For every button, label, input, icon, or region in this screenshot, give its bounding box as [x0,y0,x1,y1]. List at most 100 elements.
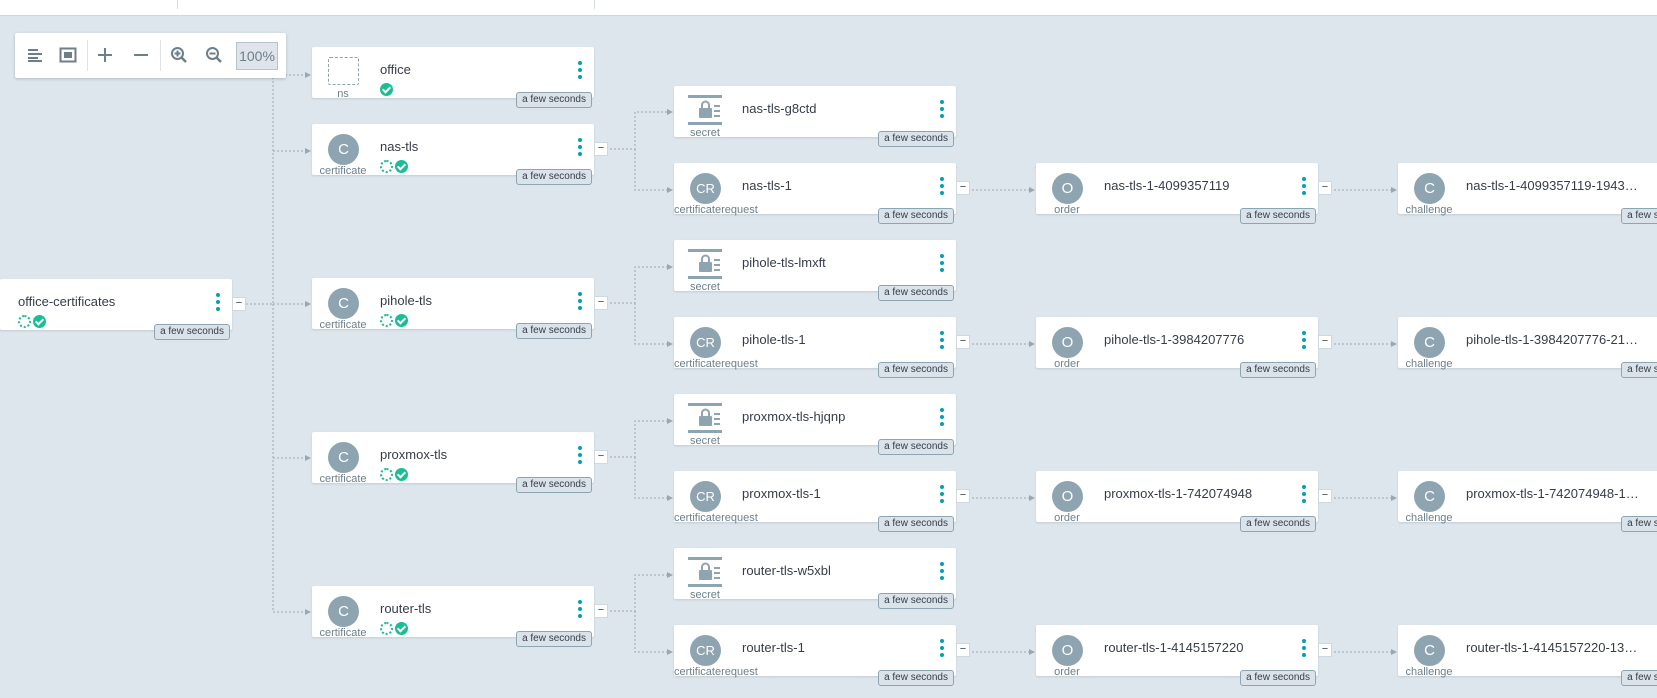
node-router-tls[interactable]: C certificate router-tls a few seconds [312,586,594,647]
node-challenge-proxmox[interactable]: C challenge proxmox-tls-1-742074948-17… … [1398,471,1657,532]
node-pihole-tls-lmxft[interactable]: secret pihole-tls-lmxft a few seconds [674,240,956,301]
age-badge: a few seconds [1240,670,1316,686]
node-name: router-tls [380,601,432,616]
node-order-proxmox[interactable]: O order proxmox-tls-1-742074948 a few se… [1036,471,1318,532]
node-order-router[interactable]: O order router-tls-1-4145157220 a few se… [1036,625,1318,686]
expand-all-icon[interactable] [91,41,119,69]
node-order-nas[interactable]: O order nas-tls-1-4099357119 a few secon… [1036,163,1318,224]
node-menu-icon[interactable] [1302,177,1306,198]
age-badge: a few seconds [154,324,230,340]
fit-view-icon[interactable] [54,41,82,69]
collapse-toggle[interactable]: − [594,604,608,618]
node-order-pihole[interactable]: O order pihole-tls-1-3984207776 a few se… [1036,317,1318,378]
node-menu-icon[interactable] [940,562,944,583]
node-challenge-nas[interactable]: C challenge nas-tls-1-4099357119-19430… … [1398,163,1657,224]
collapse-toggle[interactable]: − [1318,643,1332,657]
healthy-icon [33,315,46,328]
challenge-avatar: C [1414,481,1445,512]
age-badge: a few seconds [1621,362,1657,378]
age-badge: a few seconds [878,439,954,455]
collapse-toggle[interactable]: − [594,142,608,156]
node-proxmox-tls[interactable]: C certificate proxmox-tls a few seconds [312,432,594,493]
collapse-toggle[interactable]: − [956,335,970,349]
node-menu-icon[interactable] [578,600,582,621]
node-pihole-tls[interactable]: C certificate pihole-tls a few seconds [312,278,594,339]
node-menu-icon[interactable] [578,446,582,467]
node-proxmox-tls-1[interactable]: CR certificaterequest proxmox-tls-1 a fe… [674,471,956,532]
secret-lock-icon [688,95,722,125]
node-nas-tls[interactable]: C certificate nas-tls a few seconds [312,124,594,185]
edge [606,264,673,304]
node-menu-icon[interactable] [940,254,944,275]
node-name: router-tls-1 [742,640,805,655]
node-router-tls-1[interactable]: CR certificaterequest router-tls-1 a few… [674,625,956,686]
node-name: nas-tls-1 [742,178,792,193]
age-badge: a few seconds [878,208,954,224]
node-proxmox-tls-hjqnp[interactable]: secret proxmox-tls-hjqnp a few seconds [674,394,956,455]
node-name: pihole-tls-1-3984207776 [1104,332,1245,347]
collapse-toggle[interactable]: − [956,489,970,503]
collapse-toggle[interactable]: − [1318,335,1332,349]
collapse-all-icon[interactable] [127,41,155,69]
align-left-icon[interactable] [21,41,49,69]
edge [634,303,673,347]
node-kind: challenge [1405,512,1453,524]
node-kind: secret [690,589,720,601]
node-kind: challenge [1405,666,1453,678]
collapse-toggle[interactable]: − [594,450,608,464]
node-name: router-tls-w5xbl [742,563,831,578]
node-router-tls-w5xbl[interactable]: secret router-tls-w5xbl a few seconds [674,548,956,609]
order-avatar: O [1052,481,1083,512]
node-nas-tls-1[interactable]: CR certificaterequest nas-tls-1 a few se… [674,163,956,224]
node-kind: order [1054,666,1080,678]
node-menu-icon[interactable] [1302,331,1306,352]
node-menu-icon[interactable] [940,331,944,352]
age-badge: a few seconds [516,92,592,108]
node-menu-icon[interactable] [578,138,582,159]
collapse-toggle[interactable]: − [232,297,246,311]
node-kind: secret [690,127,720,139]
collapse-toggle[interactable]: − [1318,181,1332,195]
node-office[interactable]: ns office a few seconds [312,47,594,108]
node-challenge-router[interactable]: C challenge router-tls-1-4145157220-139…… [1398,625,1657,686]
node-menu-icon[interactable] [578,61,582,82]
collapse-toggle[interactable]: − [1318,489,1332,503]
namespace-icon [328,57,359,85]
node-name: nas-tls-g8ctd [742,101,817,116]
node-office-certificates[interactable]: office-certificates a few seconds [0,279,232,340]
zoom-out-icon[interactable] [200,41,228,69]
node-kind: certificate [319,627,367,639]
secret-lock-icon [688,249,722,279]
collapse-toggle[interactable]: − [956,181,970,195]
node-menu-icon[interactable] [578,292,582,313]
node-menu-icon[interactable] [1302,485,1306,506]
node-challenge-pihole[interactable]: C challenge pihole-tls-1-3984207776-212…… [1398,317,1657,378]
node-menu-icon[interactable] [940,485,944,506]
node-nas-tls-g8ctd[interactable]: secret nas-tls-g8ctd a few seconds [674,86,956,147]
age-badge: a few seconds [878,670,954,686]
age-badge: a few seconds [516,169,592,185]
healthy-icon [395,314,408,327]
node-name: pihole-tls-1-3984207776-212… [1466,332,1641,347]
node-menu-icon[interactable] [216,293,220,314]
node-name: office-certificates [18,294,116,309]
order-avatar: O [1052,635,1083,666]
zoom-in-icon[interactable] [165,41,193,69]
node-menu-icon[interactable] [1302,639,1306,660]
node-pihole-tls-1[interactable]: CR certificaterequest pihole-tls-1 a few… [674,317,956,378]
node-kind: certificate [319,165,367,177]
node-menu-icon[interactable] [940,177,944,198]
edge [606,418,673,458]
node-kind: challenge [1405,204,1453,216]
age-badge: a few seconds [1621,208,1657,224]
certificate-avatar: C [328,134,359,165]
collapse-toggle[interactable]: − [956,643,970,657]
node-menu-icon[interactable] [940,408,944,429]
node-menu-icon[interactable] [940,639,944,660]
node-kind: certificate [319,319,367,331]
collapse-toggle[interactable]: − [594,296,608,310]
node-menu-icon[interactable] [940,100,944,121]
secret-lock-icon [688,557,722,587]
challenge-avatar: C [1414,635,1445,666]
challenge-avatar: C [1414,327,1445,358]
